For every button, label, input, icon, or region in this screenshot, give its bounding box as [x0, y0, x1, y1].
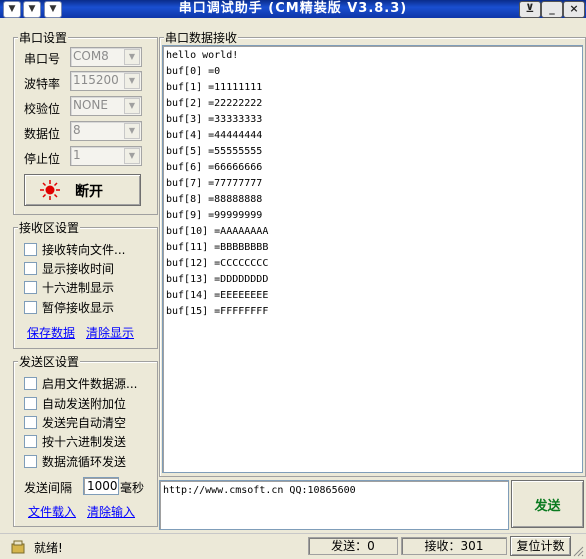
received-line: buf[14] =EEEEEEEE	[166, 290, 269, 301]
file-load-link[interactable]: 文件载入	[28, 503, 76, 520]
received-line: hello world!	[166, 50, 239, 61]
chevron-down-icon[interactable]: ▼	[124, 98, 140, 114]
save-data-link[interactable]: 保存数据	[27, 324, 75, 341]
hex-send-checkbox[interactable]: 按十六进制发送	[24, 433, 126, 449]
received-line: buf[15] =FFFFFFFF	[166, 306, 269, 317]
chevron-down-icon[interactable]: ▼	[124, 49, 140, 65]
port-select[interactable]: COM8 ▼	[70, 47, 142, 67]
received-lines: hello world! buf[0] =0 buf[1] =11111111 buf…	[166, 48, 268, 320]
receive-to-file-checkbox[interactable]: 接收转向文件...	[24, 241, 125, 257]
send-button[interactable]: 发送	[511, 480, 584, 528]
auto-append-checkbox[interactable]: 自动发送附加位	[24, 395, 126, 411]
status-text: 就绪!	[34, 541, 63, 555]
minimize-icon[interactable]: _	[541, 1, 563, 18]
group-title: 串口设置	[18, 29, 69, 46]
group-title: 串口数据接收	[164, 29, 239, 46]
received-line: buf[7] =77777777	[166, 178, 263, 189]
received-line: buf[13] =DDDDDDDD	[166, 274, 269, 285]
databits-label: 数据位	[24, 127, 61, 141]
clear-input-link[interactable]: 清除输入	[87, 503, 135, 520]
open-close-port-button[interactable]: 断开	[24, 174, 141, 206]
received-count: 接收：301	[401, 537, 507, 555]
received-line: buf[6] =66666666	[166, 162, 263, 173]
status-icon	[11, 540, 25, 554]
received-line: buf[1] =11111111	[166, 82, 263, 93]
receive-textarea[interactable]: hello world! buf[0] =0 buf[1] =11111111 buf…	[162, 45, 583, 473]
serial-settings-group: 串口设置 串口号 COM8 ▼ 波特率 115200 ▼ 校验位 NONE ▼ …	[13, 29, 158, 215]
received-line: buf[10] =AAAAAAAA	[166, 226, 269, 237]
pause-receive-checkbox[interactable]: 暂停接收显示	[24, 299, 114, 315]
window-title: 串口调试助手 (CM精装版 V3.8.3)	[178, 1, 408, 16]
auto-clear-checkbox[interactable]: 发送完自动清空	[24, 414, 126, 430]
file-source-checkbox[interactable]: 启用文件数据源...	[24, 375, 137, 391]
received-line: buf[9] =99999999	[166, 210, 263, 221]
interval-unit: 毫秒	[120, 481, 145, 495]
send-settings-group: 发送区设置 启用文件数据源... 自动发送附加位 发送完自动清空 按十六进制发送…	[13, 353, 158, 527]
open-close-port-label: 断开	[75, 184, 103, 200]
stopbits-select[interactable]: 1 ▼	[70, 146, 142, 166]
reset-count-button[interactable]: 复位计数	[510, 536, 571, 556]
port-status-indicator-icon	[40, 180, 60, 200]
clear-display-link[interactable]: 清除显示	[86, 324, 134, 341]
received-line: buf[0] =0	[166, 66, 221, 77]
status-bar: 就绪! 发送：0 接收：301 复位计数	[0, 533, 586, 559]
show-receive-time-checkbox[interactable]: 显示接收时间	[24, 260, 114, 276]
received-line: buf[11] =BBBBBBBB	[166, 242, 269, 253]
title-bar[interactable]: ▼ ▼ ▼ 串口调试助手 (CM精装版 V3.8.3) ⊻ _ ×	[0, 0, 586, 18]
chevron-down-icon[interactable]: ▼	[124, 73, 140, 89]
chevron-down-icon[interactable]: ▼	[124, 148, 140, 164]
group-title: 接收区设置	[18, 219, 81, 236]
close-icon[interactable]: ×	[563, 1, 585, 18]
loop-send-checkbox[interactable]: 数据流循环发送	[24, 453, 126, 469]
databits-select[interactable]: 8 ▼	[70, 121, 142, 141]
received-line: buf[2] =22222222	[166, 98, 263, 109]
stopbits-label: 停止位	[24, 152, 61, 166]
restore-icon[interactable]: ⊻	[519, 1, 541, 18]
port-label: 串口号	[24, 52, 61, 66]
sent-count: 发送：0	[308, 537, 398, 555]
interval-label: 发送间隔	[24, 481, 73, 495]
resize-grip-icon[interactable]	[572, 545, 584, 557]
received-line: buf[5] =55555555	[166, 146, 263, 157]
send-button-label: 发送	[534, 499, 561, 514]
baud-label: 波特率	[24, 77, 61, 91]
parity-label: 校验位	[24, 102, 61, 116]
received-line: buf[3] =33333333	[166, 114, 263, 125]
receive-settings-group: 接收区设置 接收转向文件... 显示接收时间 十六进制显示 暂停接收显示 保存数…	[13, 219, 158, 349]
group-title: 发送区设置	[18, 353, 81, 370]
chevron-down-icon[interactable]: ▼	[124, 123, 140, 139]
baud-select[interactable]: 115200 ▼	[70, 71, 142, 91]
received-line: buf[4] =44444444	[166, 130, 263, 141]
parity-select[interactable]: NONE ▼	[70, 96, 142, 116]
interval-input[interactable]: 1000	[83, 477, 119, 495]
received-line: buf[12] =CCCCCCCC	[166, 258, 269, 269]
received-line: buf[8] =88888888	[166, 194, 263, 205]
send-textarea[interactable]: http://www.cmsoft.cn QQ:10865600	[159, 480, 509, 530]
main-window: ▼ ▼ ▼ 串口调试助手 (CM精装版 V3.8.3) ⊻ _ × 串口设置 串…	[0, 0, 586, 559]
hex-display-checkbox[interactable]: 十六进制显示	[24, 279, 114, 295]
